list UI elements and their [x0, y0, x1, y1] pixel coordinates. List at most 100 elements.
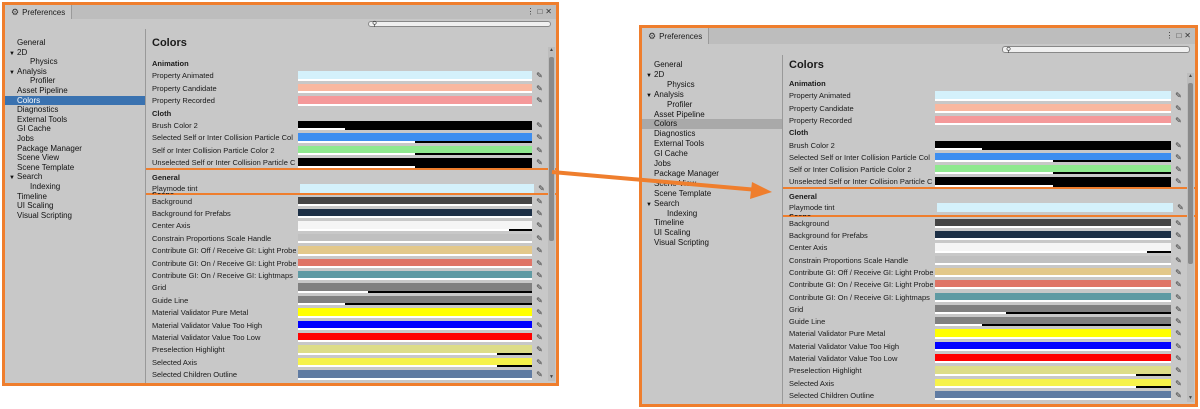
eyedropper-icon[interactable]: ✎ — [1174, 91, 1183, 100]
sidebar-item-colors[interactable]: Colors — [5, 95, 145, 106]
color-swatch[interactable] — [935, 292, 1171, 302]
sidebar-item-ui-scaling[interactable]: UI Scaling — [642, 228, 782, 238]
sidebar-item-physics[interactable]: Physics — [5, 57, 145, 67]
color-swatch[interactable] — [298, 246, 532, 256]
sidebar-item-search[interactable]: ▼ Search — [5, 172, 145, 182]
sidebar-item-package-manager[interactable]: Package Manager — [642, 169, 782, 179]
eyedropper-icon[interactable]: ✎ — [535, 71, 544, 80]
eyedropper-icon[interactable]: ✎ — [1174, 256, 1183, 265]
sidebar-item-physics[interactable]: Physics — [642, 80, 782, 90]
sidebar-item-asset-pipeline[interactable]: Asset Pipeline — [642, 110, 782, 120]
scroll-up-icon[interactable]: ▲ — [1187, 73, 1194, 80]
playmode-tint-swatch[interactable] — [300, 183, 534, 193]
sidebar-item-profiler[interactable]: Profiler — [5, 76, 145, 86]
sidebar-item-visual-scripting[interactable]: Visual Scripting — [642, 238, 782, 248]
color-swatch[interactable] — [298, 196, 532, 206]
color-swatch[interactable] — [935, 152, 1171, 163]
eyedropper-icon[interactable]: ✎ — [535, 321, 544, 330]
sidebar-item-analysis[interactable]: ▼ Analysis — [642, 90, 782, 100]
eyedropper-icon[interactable]: ✎ — [1174, 342, 1183, 351]
color-swatch[interactable] — [298, 370, 532, 380]
color-swatch[interactable] — [298, 158, 532, 168]
color-swatch[interactable] — [298, 271, 532, 281]
eyedropper-icon[interactable]: ✎ — [1174, 317, 1183, 326]
sidebar-item-ui-scaling[interactable]: UI Scaling — [5, 201, 145, 211]
color-swatch[interactable] — [935, 390, 1171, 401]
color-swatch[interactable] — [935, 165, 1171, 175]
color-swatch[interactable] — [298, 221, 532, 231]
scrollbar-thumb[interactable] — [1188, 83, 1193, 264]
sidebar-item-asset-pipeline[interactable]: Asset Pipeline — [5, 86, 145, 96]
eyedropper-icon[interactable]: ✎ — [1174, 293, 1183, 302]
sidebar-item-timeline[interactable]: Timeline — [5, 192, 145, 202]
sidebar-item-indexing[interactable]: Indexing — [642, 209, 782, 219]
eyedropper-icon[interactable]: ✎ — [1174, 280, 1183, 289]
eyedropper-icon[interactable]: ✎ — [1174, 231, 1183, 240]
sidebar-item-analysis[interactable]: ▼ Analysis — [5, 67, 145, 77]
scroll-down-icon[interactable]: ▼ — [548, 374, 555, 381]
scroll-up-icon[interactable]: ▲ — [548, 47, 555, 54]
eyedropper-icon[interactable]: ✎ — [1174, 153, 1183, 162]
color-swatch[interactable] — [935, 255, 1171, 265]
close-icon[interactable]: ✕ — [1184, 32, 1191, 40]
eyedropper-icon[interactable]: ✎ — [535, 146, 544, 155]
eyedropper-icon[interactable]: ✎ — [535, 133, 544, 142]
eyedropper-icon[interactable]: ✎ — [535, 370, 544, 379]
color-swatch[interactable] — [298, 345, 532, 355]
sidebar-item-search[interactable]: ▼ Search — [642, 199, 782, 209]
eyedropper-icon[interactable]: ✎ — [1174, 165, 1183, 174]
sidebar-item-gi-cache[interactable]: GI Cache — [642, 149, 782, 159]
playmode-tint-swatch[interactable] — [937, 202, 1173, 212]
color-swatch[interactable] — [935, 231, 1171, 241]
color-swatch[interactable] — [298, 209, 532, 219]
sidebar-item-2d[interactable]: ▼ 2D — [642, 70, 782, 80]
eyedropper-icon[interactable]: ✎ — [535, 121, 544, 130]
close-icon[interactable]: ✕ — [545, 8, 552, 16]
color-swatch[interactable] — [298, 283, 532, 293]
eyedropper-icon[interactable]: ✎ — [1174, 177, 1183, 186]
color-swatch[interactable] — [298, 233, 532, 244]
eyedropper-icon[interactable]: ✎ — [1174, 243, 1183, 252]
color-swatch[interactable] — [935, 329, 1171, 339]
maximize-icon[interactable]: □ — [1176, 32, 1181, 40]
eyedropper-icon[interactable]: ✎ — [1176, 203, 1185, 212]
eyedropper-icon[interactable]: ✎ — [1174, 329, 1183, 338]
eyedropper-icon[interactable]: ✎ — [535, 283, 544, 292]
sidebar-item-diagnostics[interactable]: Diagnostics — [642, 129, 782, 139]
eyedropper-icon[interactable]: ✎ — [535, 333, 544, 342]
eyedropper-icon[interactable]: ✎ — [535, 234, 544, 243]
tab-preferences[interactable]: ⚙ Preferences — [5, 5, 73, 19]
color-swatch[interactable] — [298, 133, 532, 143]
color-swatch[interactable] — [935, 177, 1171, 187]
sidebar-item-scene-view[interactable]: Scene View — [642, 179, 782, 189]
eyedropper-icon[interactable]: ✎ — [535, 158, 544, 167]
color-swatch[interactable] — [935, 140, 1171, 150]
eyedropper-icon[interactable]: ✎ — [1174, 104, 1183, 113]
color-swatch[interactable] — [298, 258, 532, 268]
eyedropper-icon[interactable]: ✎ — [1174, 305, 1183, 314]
color-swatch[interactable] — [298, 357, 532, 368]
search-input[interactable]: ⚲ — [1002, 46, 1190, 54]
kebab-menu-icon[interactable]: ⋮ — [1165, 32, 1173, 40]
sidebar-item-indexing[interactable]: Indexing — [5, 182, 145, 192]
eyedropper-icon[interactable]: ✎ — [535, 96, 544, 105]
eyedropper-icon[interactable]: ✎ — [535, 209, 544, 218]
sidebar-item-jobs[interactable]: Jobs — [5, 134, 145, 144]
eyedropper-icon[interactable]: ✎ — [535, 246, 544, 255]
tab-preferences[interactable]: ⚙ Preferences — [642, 28, 710, 44]
color-swatch[interactable] — [298, 333, 532, 343]
sidebar-item-external-tools[interactable]: External Tools — [642, 139, 782, 149]
color-swatch[interactable] — [298, 320, 532, 330]
sidebar-item-general[interactable]: General — [642, 60, 782, 70]
kebab-menu-icon[interactable]: ⋮ — [526, 8, 534, 16]
eyedropper-icon[interactable]: ✎ — [535, 308, 544, 317]
eyedropper-icon[interactable]: ✎ — [1174, 141, 1183, 150]
color-swatch[interactable] — [298, 121, 532, 131]
sidebar-item-2d[interactable]: ▼ 2D — [5, 48, 145, 58]
color-swatch[interactable] — [298, 83, 532, 94]
sidebar-item-profiler[interactable]: Profiler — [642, 100, 782, 110]
eyedropper-icon[interactable]: ✎ — [1174, 219, 1183, 228]
sidebar-item-visual-scripting[interactable]: Visual Scripting — [5, 211, 145, 221]
color-swatch[interactable] — [935, 366, 1171, 376]
color-swatch[interactable] — [935, 280, 1171, 290]
